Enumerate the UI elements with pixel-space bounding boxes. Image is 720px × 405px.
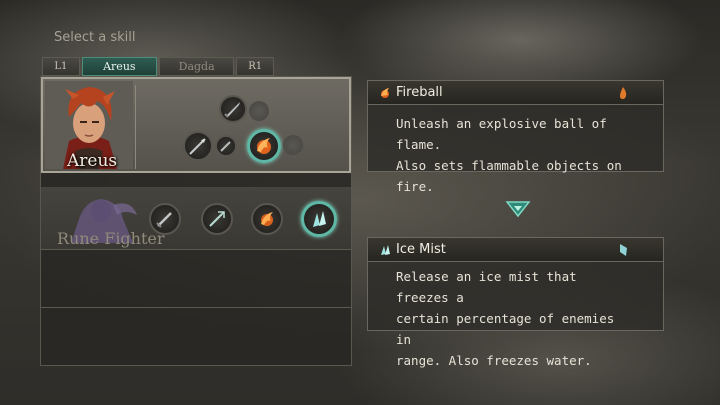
compare-skill-name: Ice Mist [396,242,446,257]
description-line: Release an ice mist that freezes a [396,269,577,305]
party-row-areus[interactable]: Areus [41,77,351,173]
ice-element-icon [620,244,627,256]
selected-skill-name: Fireball [396,85,443,100]
divider [135,85,136,169]
dagger-icon [220,141,231,152]
rf-skill-ice-mist[interactable] [301,201,337,237]
skill-slot-empty[interactable] [249,101,269,121]
description-line: range. Also freezes water. [396,353,592,368]
tab-areus[interactable]: Areus [81,57,157,76]
compare-skill-description: Release an ice mist that freezes a certa… [368,262,663,371]
fire-icon [261,212,273,226]
sword-icon [224,102,240,118]
skill-slot-sword[interactable] [219,95,247,123]
description-line: Unleash an explosive ball of flame. [396,116,607,152]
party-name-areus: Areus [67,151,118,171]
row-divider [41,249,351,250]
header-label: Select a skill [54,30,136,45]
skill-slot-empty-2[interactable] [283,135,303,155]
spear-icon [189,138,206,155]
tab-l1[interactable]: L1 [42,57,80,76]
character-tabs: L1 Areus Dagda R1 [42,57,274,76]
rf-skill-sword[interactable] [149,203,181,235]
selected-skill-panel: Fireball Unleash an explosive ball of fl… [367,80,664,194]
description-line: Also sets flammable objects on fire. [396,158,622,194]
party-name-rune-fighter: Rune Fighter [57,229,165,248]
flame-element-icon [620,87,627,99]
fire-icon [381,88,389,98]
sword-icon [156,212,172,228]
skill-slot-spear[interactable] [183,131,213,161]
rf-skill-fireball[interactable] [251,203,283,235]
skill-slot-dagger[interactable] [215,135,237,157]
fire-icon [257,138,271,154]
selected-skill-header: Fireball [368,81,663,105]
selected-skill-description: Unleash an explosive ball of flame. Also… [368,105,663,197]
party-row-rune-fighter[interactable]: Rune Fighter [41,187,351,249]
rf-skill-trident[interactable] [201,203,233,235]
description-line: certain percentage of enemies in [396,311,615,347]
ice-shard-icon [381,245,390,255]
compare-skill-header: Ice Mist [368,238,663,262]
compare-arrow-icon [505,201,531,218]
ice-shard-icon [313,211,326,227]
trident-icon [209,211,225,227]
skill-slot-fireball[interactable] [247,129,281,163]
tab-dagda[interactable]: Dagda [159,57,235,76]
compare-skill-panel: Ice Mist Release an ice mist that freeze… [367,237,664,368]
row-divider [41,307,351,308]
party-skill-panel: Areus Rune Fighter [40,76,352,366]
tab-r1[interactable]: R1 [236,57,274,76]
